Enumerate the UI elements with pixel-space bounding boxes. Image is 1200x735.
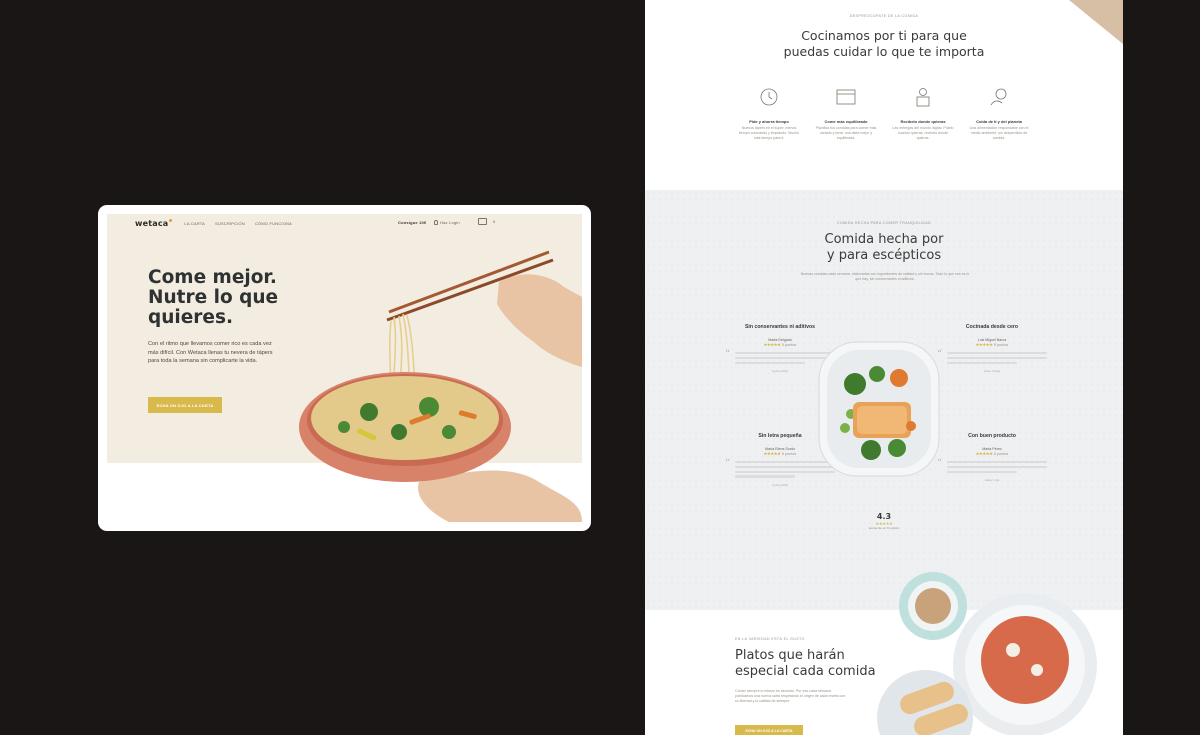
planet-icon	[990, 88, 1007, 106]
calendar-icon	[836, 89, 856, 105]
nav-link-carta[interactable]: LA CARTA	[184, 221, 205, 226]
review-heading: Con buen producto	[968, 433, 1016, 439]
feature-desc: Las entregas del mundo digital. Pídelo c…	[892, 126, 954, 141]
section1-eyebrow: DESPREOCÚPATE DE LA COMIDA	[849, 14, 919, 18]
review-card: Cocinada desde cero Luis Miguel Barca ★★…	[937, 324, 1047, 373]
hero-card: wetaca LA CARTA SUSCRIPCIÓN CÓMO FUNCION…	[98, 205, 591, 531]
hero-title: Come mejor. Nutre lo que quieres.	[148, 267, 279, 328]
user-icon	[434, 220, 438, 225]
box-icon	[916, 88, 930, 107]
feature-title: Pide y ahorra tiempo	[749, 119, 789, 124]
quote-icon: “	[725, 349, 731, 360]
review-quote: “	[937, 458, 1047, 473]
clock-icon	[760, 88, 778, 106]
hero-description: Con el ritmo que llevamos comer rico es …	[148, 341, 273, 365]
review-heading: Sin conservantes ni aditivos	[744, 324, 816, 330]
review-quote: “	[937, 349, 1047, 364]
feature-item: Recíbelo donde quieras Las entregas del …	[891, 86, 955, 142]
login-link[interactable]: Haz Login	[434, 220, 460, 225]
review-date: Hace 1 día	[984, 477, 1000, 482]
section2-description: Nuevas comidas cada semana, elaboradas c…	[800, 272, 970, 281]
section2-title: Comida hecha por y para escépticos	[824, 232, 944, 263]
section1-title: Cocinamos por ti para que puedas cuidar …	[783, 28, 985, 59]
feature-item: Come más equilibrado Planifica tus comid…	[814, 86, 878, 142]
feature-title: Come más equilibrado	[824, 119, 868, 124]
review-stars: ★★★★★ 5 puntos	[975, 343, 1009, 347]
hero-cta-button[interactable]: ECHA UN OJO A LA CARTA	[148, 397, 222, 413]
section3-title: Platos que harán especial cada comida	[735, 648, 876, 679]
feature-title: Cuida de ti y del planeta	[976, 119, 1022, 124]
section3-cta-button[interactable]: ECHA UN OJO A LA CARTA	[735, 725, 803, 735]
landing-page: DESPREOCÚPATE DE LA COMIDA Cocinamos por…	[645, 0, 1123, 735]
review-date: 2 junio 2021	[771, 482, 789, 487]
quote-icon: “	[725, 458, 731, 469]
trustpilot-score: 4.3 ★★★★★ Excelente en Trustpilot	[645, 512, 1123, 530]
score-value: 4.3	[876, 512, 892, 521]
noodle-bowl-image	[299, 250, 582, 522]
reviews-section: COMIDA HECHA PARA COMER TRANQUILIDAD Com…	[645, 190, 1123, 610]
review-heading: Cocinada desde cero	[965, 324, 1019, 330]
feature-desc: Una alimentación responsable con el medi…	[969, 126, 1029, 141]
dishes-image	[877, 572, 1097, 735]
cart-count: 0	[493, 219, 496, 224]
feature-item: Pide y ahorra tiempo Nuevos tápers en el…	[737, 86, 801, 142]
score-label: Excelente en Trustpilot	[868, 526, 900, 530]
top-nav: wetaca LA CARTA SUSCRIPCIÓN CÓMO FUNCION…	[107, 214, 582, 232]
review-card: Con buen producto Marta Pérez ★★★★★ 5 pu…	[937, 433, 1047, 482]
review-date: Hace 3 días	[983, 368, 1000, 373]
feature-item: Cuida de ti y del planeta Una alimentaci…	[967, 86, 1031, 142]
hero-screen: wetaca LA CARTA SUSCRIPCIÓN CÓMO FUNCION…	[107, 214, 582, 522]
review-stars: ★★★★★ 5 puntos	[975, 452, 1009, 456]
nav-link-como-funciona[interactable]: CÓMO FUNCIONA	[255, 221, 292, 226]
cart-button[interactable]: 0	[478, 218, 495, 225]
nav-link-suscripcion[interactable]: SUSCRIPCIÓN	[215, 221, 245, 226]
feature-desc: Planifica tus comidas para comer más var…	[815, 126, 877, 141]
salmon-tray-image	[818, 341, 940, 477]
section3-description: Comer siempre lo mismo es aburrido. Por …	[735, 689, 846, 703]
section2-eyebrow: COMIDA HECHA PARA COMER TRANQUILIDAD	[836, 221, 932, 225]
feature-title: Recíbelo donde quieras	[900, 119, 946, 124]
promo-link[interactable]: Consigue 10€	[398, 220, 426, 225]
feature-desc: Nuevos tápers en el súper, menos tiempo …	[738, 126, 800, 141]
logo[interactable]: wetaca	[135, 218, 173, 228]
cart-icon	[478, 218, 487, 225]
section3-eyebrow: EN LA VARIEDAD ESTÁ EL GUSTO	[735, 637, 805, 641]
